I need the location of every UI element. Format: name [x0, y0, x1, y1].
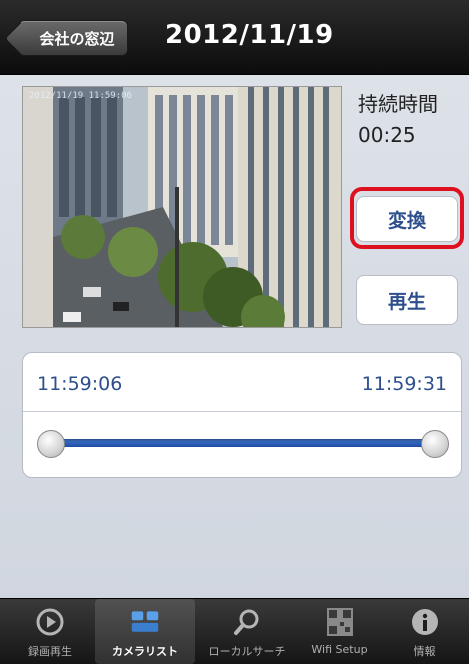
- tab-bar: 録画再生 カメラリスト ローカルサーチ Wifi Setup 情報: [0, 598, 469, 664]
- tab-playback[interactable]: 録画再生: [5, 599, 95, 664]
- search-icon: [232, 607, 262, 637]
- camera-list-icon: [130, 607, 160, 637]
- tab-camera-list[interactable]: カメラリスト: [95, 599, 195, 664]
- tab-info[interactable]: 情報: [382, 599, 467, 664]
- end-time: 11:59:31: [361, 373, 447, 395]
- convert-button-label: 変換: [387, 209, 426, 232]
- time-range-panel: 11:59:06 11:59:31: [22, 352, 462, 478]
- convert-button[interactable]: 変換: [356, 196, 458, 242]
- range-end-handle[interactable]: [421, 430, 449, 458]
- range-start-handle[interactable]: [37, 430, 65, 458]
- tab-info-label: 情報: [413, 645, 436, 658]
- playback-icon: [35, 607, 65, 637]
- info-icon: [410, 607, 440, 637]
- tab-wifi-setup[interactable]: Wifi Setup: [297, 599, 382, 664]
- video-timestamp: 2012/11/19 11:59:06: [29, 91, 132, 101]
- play-button-label: 再生: [387, 290, 426, 313]
- tab-wifi-setup-label: Wifi Setup: [311, 643, 368, 656]
- back-button-label: 会社の窓辺: [39, 29, 115, 48]
- navigation-bar: 会社の窓辺 2012/11/19: [0, 0, 469, 75]
- tab-playback-label: 録画再生: [28, 645, 72, 658]
- page-title: 2012/11/19: [165, 20, 334, 50]
- start-time: 11:59:06: [37, 373, 123, 395]
- city-street-image: [23, 87, 341, 327]
- range-slider-track[interactable]: [49, 439, 439, 447]
- app-screen: 会社の窓辺 2012/11/19 2012/11/19 11:59:06 持続時…: [0, 0, 469, 664]
- duration-label: 持続時間: [358, 92, 438, 116]
- video-preview[interactable]: 2012/11/19 11:59:06: [22, 86, 342, 328]
- duration-value: 00:25: [358, 123, 416, 147]
- divider: [23, 411, 461, 412]
- tab-camera-list-label: カメラリスト: [112, 645, 178, 658]
- qr-code-icon: [325, 607, 355, 637]
- tab-local-search-label: ローカルサーチ: [208, 645, 286, 658]
- play-button[interactable]: 再生: [356, 275, 458, 325]
- tab-local-search[interactable]: ローカルサーチ: [197, 599, 297, 664]
- back-button[interactable]: 会社の窓辺: [18, 20, 128, 56]
